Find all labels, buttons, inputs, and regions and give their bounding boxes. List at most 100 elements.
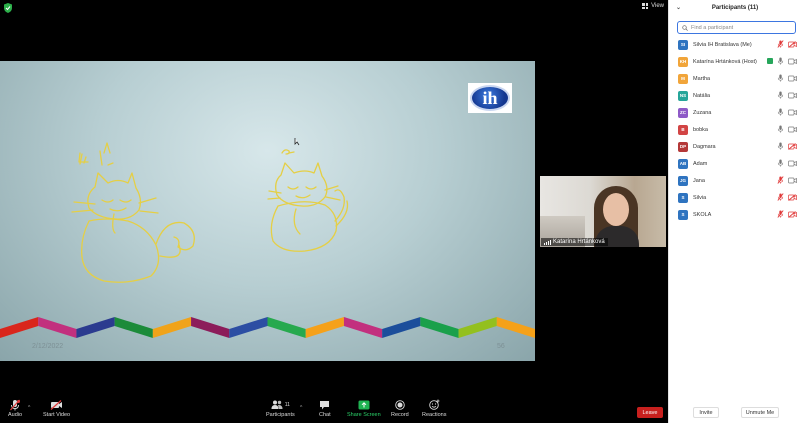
participant-name: Zuzana [693,109,712,116]
video-camera-icon[interactable] [788,92,797,99]
record-button[interactable]: Record [391,398,409,418]
whiteboard-annotations [0,138,535,338]
participant-name: Dagmara [693,143,716,150]
participant-row[interactable]: JG Jana [669,172,800,189]
audio-options-caret-icon[interactable]: ^ [28,405,30,411]
microphone-muted-icon[interactable] [777,193,784,201]
microphone-icon[interactable] [777,125,784,133]
logo-mark: ih [470,85,510,111]
microphone-muted-icon[interactable] [777,40,784,48]
collapse-chevron-icon[interactable]: ⌄ [676,4,681,11]
participant-name: Martha [693,75,711,82]
participants-options-caret-icon[interactable]: ^ [300,405,302,411]
video-camera-off-icon[interactable] [788,142,797,150]
stripe-segment [38,317,77,338]
participant-name: bobka [693,126,708,133]
avatar: ZC [678,107,688,118]
avatar: S [678,209,688,220]
panel-footer: Invite Unmute Me [669,407,800,419]
participant-row[interactable]: DP Dagmara [669,138,800,155]
video-camera-off-icon[interactable] [788,193,797,201]
participant-status-icons [777,176,797,184]
participant-row[interactable]: NS Natália [669,87,800,104]
microphone-icon[interactable] [777,142,784,150]
participant-status-icons [777,91,797,99]
panel-header: ⌄ Participants (11) [669,0,800,16]
participant-row[interactable]: S Silvia [669,189,800,206]
stripe-segment [191,317,230,338]
video-camera-icon[interactable] [788,126,797,133]
avatar: S [678,192,688,203]
participant-name: Silvia IH Bratislava (Me) [693,41,752,48]
participant-status-icons [777,125,797,133]
chat-label: Chat [319,412,331,418]
video-camera-off-icon[interactable] [788,40,797,48]
stripe-segment [458,317,497,338]
video-camera-icon[interactable] [788,109,797,116]
invite-button[interactable]: Invite [693,407,719,418]
company-logo: ih [468,83,512,113]
video-camera-icon[interactable] [788,160,797,167]
video-camera-icon[interactable] [788,58,797,65]
stripe-segment [496,317,535,338]
video-tile[interactable]: Katarína Hrtánková [540,176,666,247]
participant-row[interactable]: ZC Zuzana [669,104,800,121]
participant-search-field[interactable] [677,21,796,34]
participant-status-icons [777,159,797,167]
stripe-segment [382,317,421,338]
top-bar: View [0,0,668,16]
participant-row[interactable]: AB Adam [669,155,800,172]
participant-status-icons [767,57,797,65]
participant-name: Adam [693,160,708,167]
avatar: KH [678,56,688,67]
audio-button[interactable]: Audio [8,398,22,418]
record-icon [395,399,405,410]
video-camera-icon[interactable] [788,177,797,184]
reactions-label: Reactions [422,412,447,418]
microphone-icon[interactable] [777,74,784,82]
share-screen-button[interactable]: Share Screen [347,398,381,418]
participant-list: SI Silvia IH Bratislava (Me) KH Katarína H… [669,36,800,223]
reactions-button[interactable]: Reactions [422,398,446,418]
slide-number: 56 [497,343,505,350]
stripe-segment [267,317,306,338]
stripe-segment [76,317,115,338]
microphone-icon[interactable] [777,57,784,65]
participant-name: Jana [693,177,705,184]
stripe-segment [305,317,344,338]
participant-search-input[interactable] [691,24,791,31]
microphone-icon[interactable] [777,159,784,167]
participant-name: Silvia [693,194,707,201]
view-button[interactable]: View [642,3,664,9]
participants-icon [271,400,283,409]
stripe-segment [114,317,153,338]
grid-view-icon [642,3,649,9]
microphone-icon[interactable] [777,108,784,116]
participant-row[interactable]: SI Silvia IH Bratislava (Me) [669,36,800,53]
avatar: AB [678,158,688,169]
unmute-me-button[interactable]: Unmute Me [741,407,779,418]
participant-row[interactable]: M Martha [669,70,800,87]
shared-slide: ih 2/12/2022 56 [0,61,535,361]
microphone-muted-icon[interactable] [777,176,784,184]
chat-button[interactable]: Chat [319,398,331,418]
leave-button[interactable]: Leave [637,407,663,418]
slide-date: 2/12/2022 [32,343,64,350]
video-camera-off-icon[interactable] [788,210,797,218]
microphone-muted-icon[interactable] [777,210,784,218]
audio-label: Audio [8,412,23,418]
participant-row[interactable]: S SKOLA [669,206,800,223]
participant-status-icons [777,142,797,150]
video-camera-icon[interactable] [788,75,797,82]
view-label: View [651,3,664,9]
microphone-muted-icon [10,399,21,410]
microphone-icon[interactable] [777,91,784,99]
stripe-segment [343,317,383,338]
security-shield-icon[interactable] [4,3,12,13]
participant-row[interactable]: Bbobka [669,121,800,138]
participants-button[interactable]: 11 Participants [266,398,295,418]
participant-row[interactable]: KH Katarína Hrtánková (Host) [669,53,800,70]
share-screen-label: Share Screen [347,412,381,418]
start-video-button[interactable]: Start Video [43,398,70,418]
participant-status-icons [777,40,797,48]
